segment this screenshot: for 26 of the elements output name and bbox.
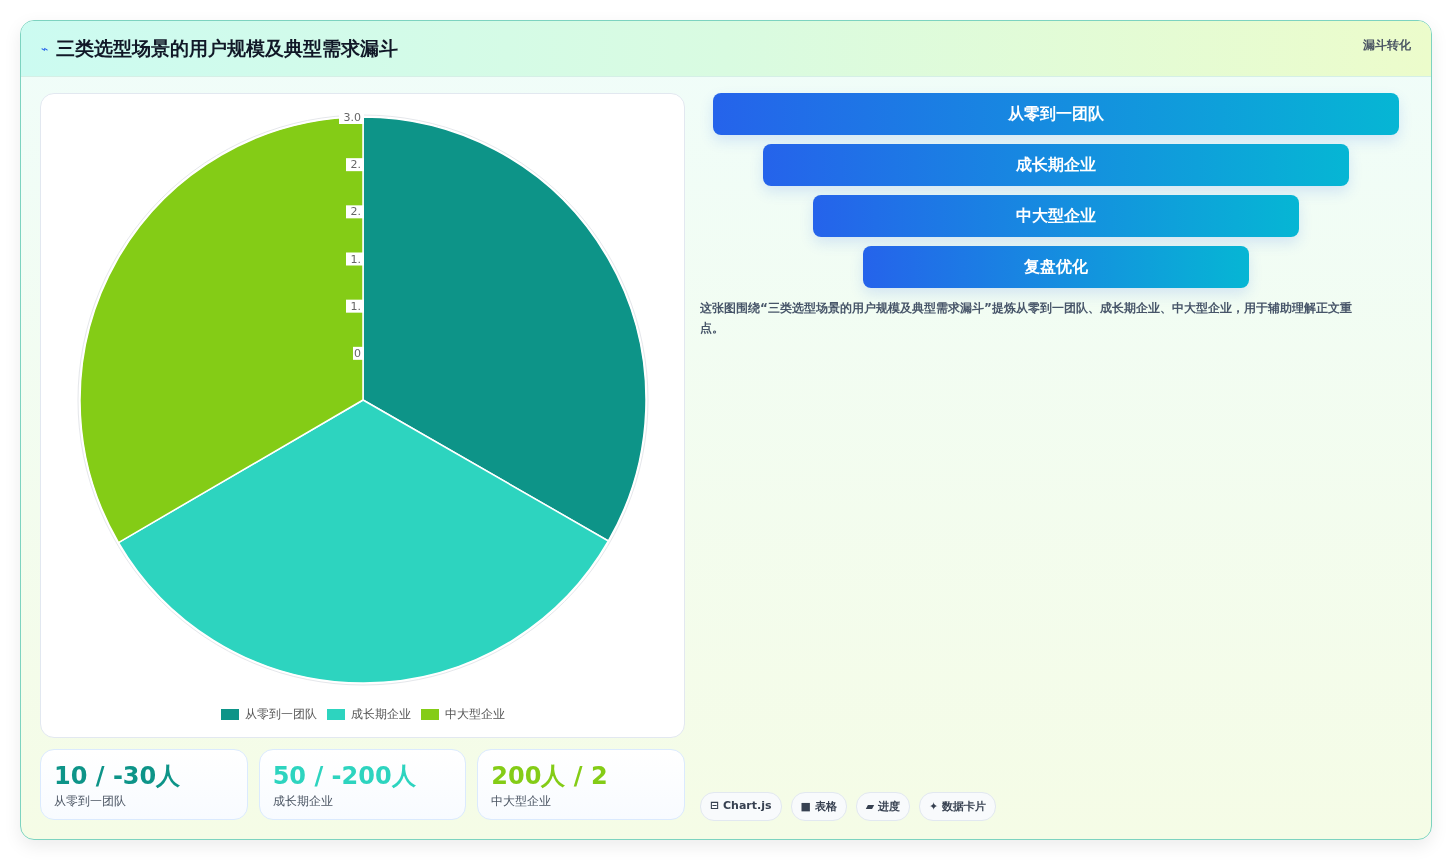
legend-label: 从零到一团队 bbox=[244, 706, 317, 723]
axis-tick-label: 0 bbox=[352, 346, 364, 360]
axis-tick-label: 3.0 bbox=[338, 111, 364, 124]
legend-swatch bbox=[220, 709, 239, 720]
card-title: 三类选型场景的用户规模及典型需求漏斗 bbox=[56, 36, 399, 61]
stat-label: 从零到一团队 bbox=[54, 793, 127, 810]
stat-value: 10 / -30人 bbox=[54, 761, 182, 791]
bolt-icon: ⌁ bbox=[41, 42, 49, 56]
tag-chip: ▰ 进度 bbox=[855, 792, 911, 821]
stat-value: 50 / -200人 bbox=[272, 761, 417, 791]
funnel-stage: 复盘优化 bbox=[863, 246, 1249, 288]
tag-chip: ⊟ Chart.js bbox=[700, 792, 782, 821]
description-text: 这张图围绕“三类选型场景的用户规模及典型需求漏斗”提炼从零到一团队、成长期企业、中大型企业，用于辅助理解正文重点。 bbox=[700, 300, 1353, 337]
legend-swatch bbox=[326, 709, 345, 720]
stat-label: 中大型企业 bbox=[491, 793, 553, 810]
legend-label: 成长期企业 bbox=[350, 706, 411, 723]
stat-value: 200人 / 2 bbox=[491, 761, 609, 791]
legend-label: 中大型企业 bbox=[444, 706, 505, 723]
tag-chip: ✦ 数据卡片 bbox=[919, 792, 997, 821]
funnel-stage: 成长期企业 bbox=[763, 144, 1349, 186]
legend-swatch bbox=[420, 709, 439, 720]
funnel-stage: 从零到一团队 bbox=[713, 93, 1399, 135]
funnel-stage: 中大型企业 bbox=[813, 195, 1299, 237]
header-tag: 漏斗转化 bbox=[1363, 37, 1411, 54]
stat-label: 成长期企业 bbox=[272, 793, 334, 810]
tag-chip: ■ 表格 bbox=[790, 792, 847, 821]
